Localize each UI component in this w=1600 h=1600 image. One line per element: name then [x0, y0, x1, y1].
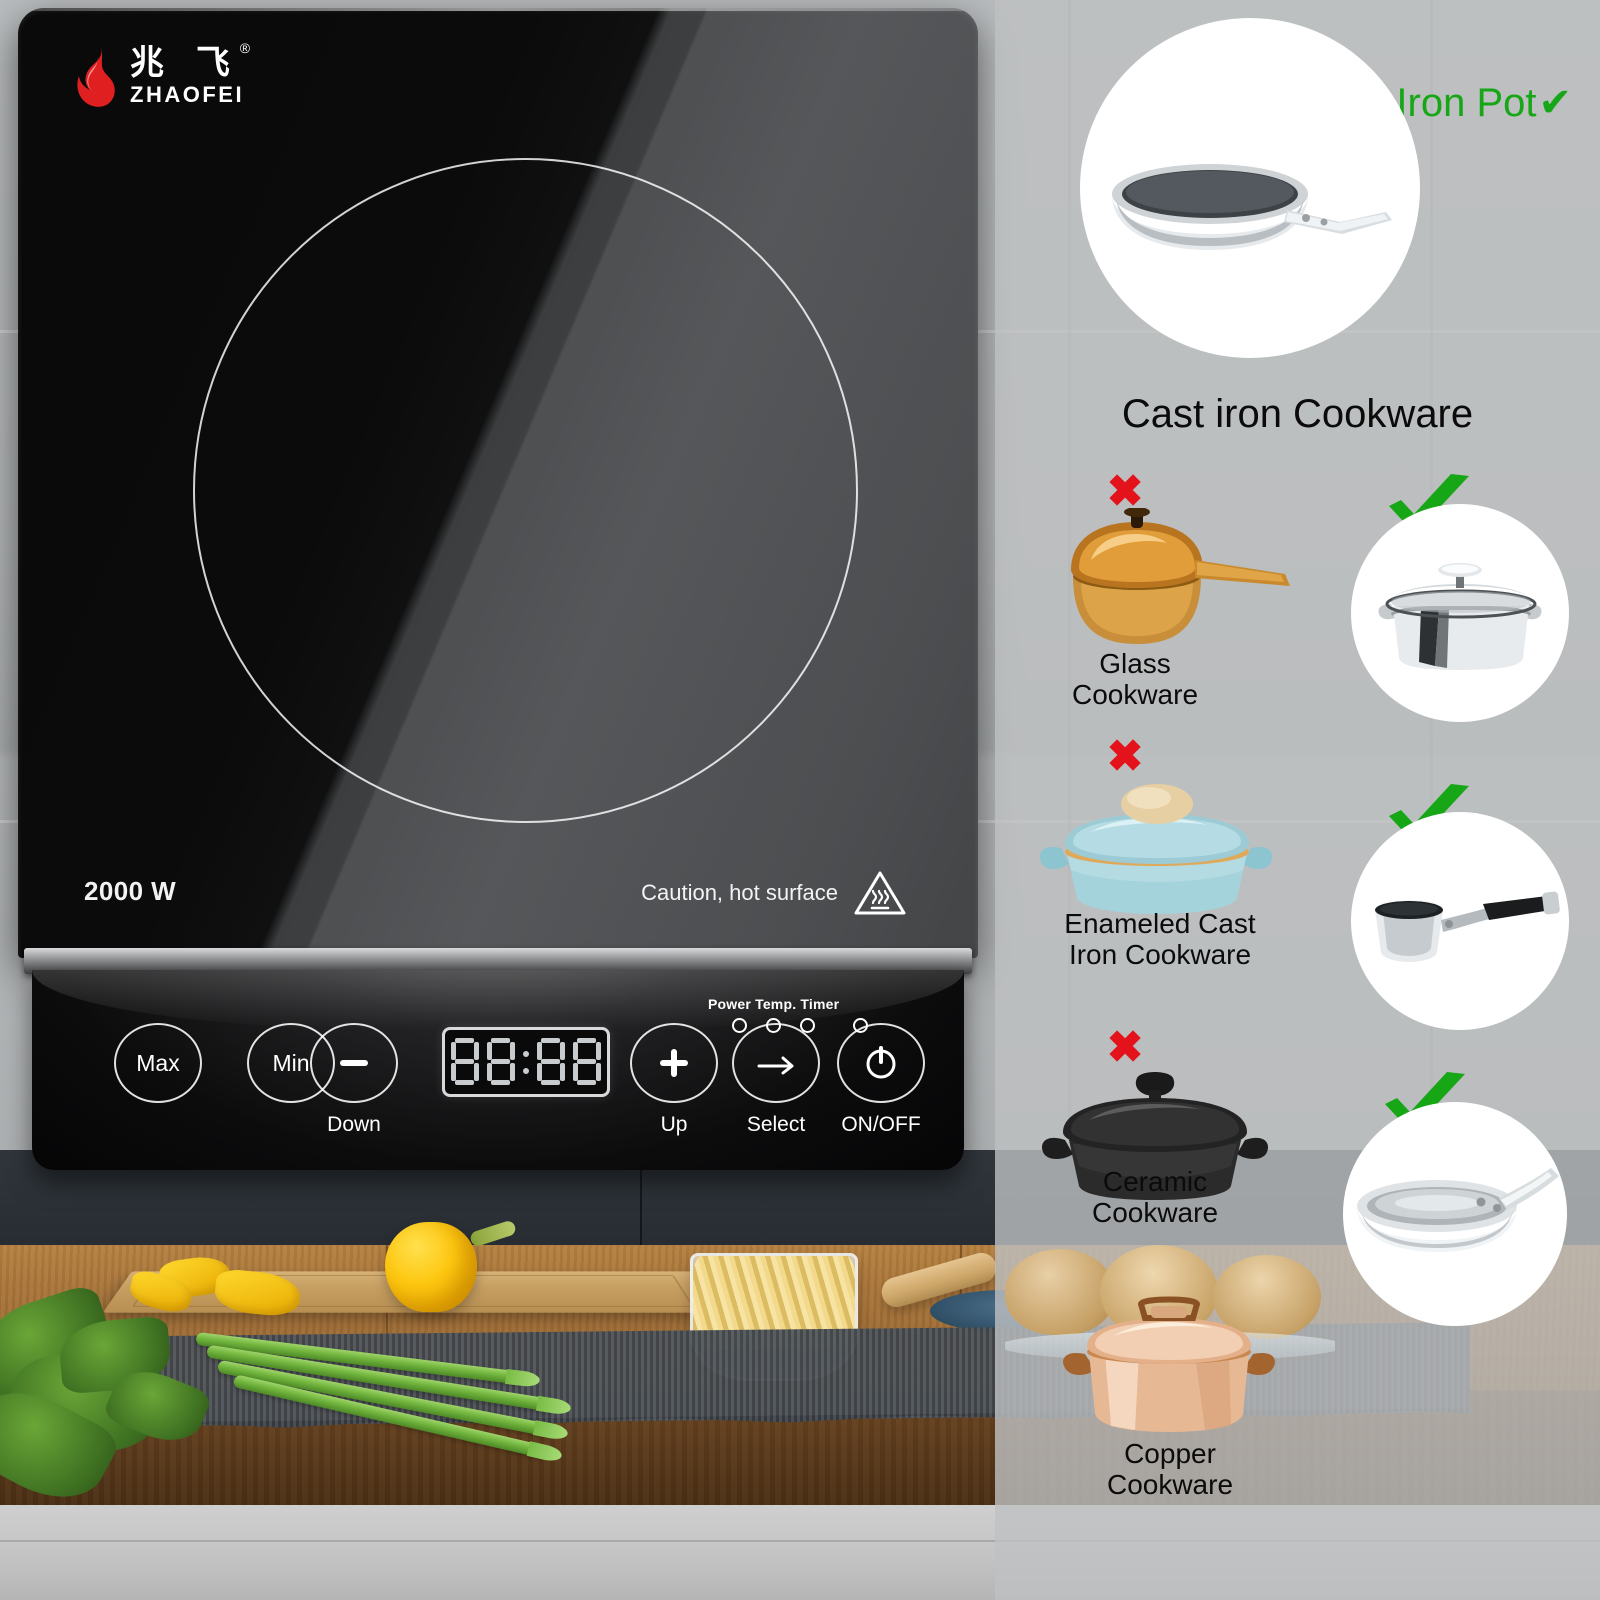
onoff-indicator-led: [853, 1018, 868, 1033]
led-display: [442, 1027, 610, 1097]
minus-icon: [340, 1060, 368, 1066]
compatible-cookware-circle: [1351, 504, 1569, 722]
featured-cookware-label: Cast iron Cookware: [1121, 392, 1474, 436]
cooking-zone-circle: [193, 158, 858, 823]
up-button-label: Up: [660, 1113, 688, 1136]
display-digit: [486, 1038, 516, 1086]
amber-glass-saucepan-icon: [1071, 508, 1290, 644]
stainless-steel-pot-icon: [1378, 563, 1542, 670]
plus-icon: [660, 1049, 688, 1077]
blue-enamel-casserole-icon: [1039, 784, 1273, 914]
yellow-bell-pepper: [385, 1222, 477, 1312]
cookware-compatibility-overlay: Iron Pot ✔ Cast iron Cookware ✖ Glass Co…: [995, 0, 1600, 1600]
nonstick-frying-pan-icon: [1112, 164, 1392, 250]
hot-surface-triangle-icon: [854, 870, 906, 916]
power-rating-label: 2000 W: [84, 876, 177, 906]
glass-edge-highlight: [18, 8, 978, 11]
brand-name-english: ZHAOFEI: [130, 82, 245, 107]
flame-icon: [74, 44, 120, 110]
indicator-group-label: Power Temp. Timer: [708, 996, 840, 1012]
iron-pot-label: Iron Pot: [1396, 80, 1537, 125]
induction-cooktop: 兆 飞 ® ZHAOFEI 2000 W Caution, hot surfac…: [18, 8, 978, 1170]
display-digit: [450, 1038, 480, 1086]
incompatible-x-icon: ✖: [1106, 732, 1144, 781]
enameled-cast-iron-label: Enameled Cast Iron Cookware: [1064, 908, 1256, 971]
display-colon: [522, 1042, 530, 1082]
control-panel: Max Min Down Up Select ON/OFF Power Temp…: [32, 970, 964, 1170]
check-icon: ✔: [1538, 81, 1572, 125]
power-indicator-led: [732, 1018, 747, 1033]
power-icon: [866, 1046, 896, 1079]
stainless-steel-frying-pan-icon: [1357, 1168, 1559, 1252]
temp-indicator-led: [766, 1018, 781, 1033]
onoff-button-label: ON/OFF: [841, 1113, 921, 1136]
display-digit: [536, 1038, 566, 1086]
caution-warning: Caution, hot surface: [641, 870, 906, 916]
compatible-cookware-circle: [1343, 1102, 1567, 1326]
ceramic-cookware-label: Ceramic Cookware: [1091, 1166, 1219, 1229]
iron-pot-header: Iron Pot ✔: [1396, 80, 1572, 126]
ceramic-glass-surface[interactable]: 兆 飞 ® ZHAOFEI 2000 W Caution, hot surfac…: [18, 8, 978, 958]
max-button-label: Max: [136, 1049, 180, 1076]
product-image: 兆 飞 ® ZHAOFEI 2000 W Caution, hot surfac…: [0, 0, 1600, 1600]
registered-trademark-icon: ®: [239, 40, 251, 56]
select-button[interactable]: [732, 1023, 820, 1103]
display-digit: [572, 1038, 602, 1086]
brand-name-chinese: 兆 飞: [130, 43, 240, 83]
caution-label: Caution, hot surface: [641, 880, 838, 905]
select-button-label: Select: [746, 1113, 806, 1136]
copper-stockpot-icon: [1063, 1296, 1275, 1432]
arrow-right-icon: [757, 1056, 794, 1075]
timer-indicator-led: [800, 1018, 815, 1033]
copper-cookware-label: Copper Cookware: [1106, 1438, 1234, 1501]
down-button[interactable]: [310, 1023, 398, 1103]
min-button-label: Min: [272, 1049, 310, 1076]
onoff-button[interactable]: [837, 1023, 925, 1103]
down-button-label: Down: [327, 1113, 381, 1136]
brand-logo: 兆 飞 ® ZHAOFEI: [74, 40, 250, 110]
compatible-cookware-circle: [1351, 812, 1569, 1030]
max-button[interactable]: Max: [114, 1023, 202, 1103]
featured-cookware-circle: [1080, 18, 1420, 358]
stainless-steel-saucepan-icon: [1375, 891, 1560, 962]
glass-cookware-label: Glass Cookware: [1071, 648, 1199, 711]
up-button[interactable]: [630, 1023, 718, 1103]
